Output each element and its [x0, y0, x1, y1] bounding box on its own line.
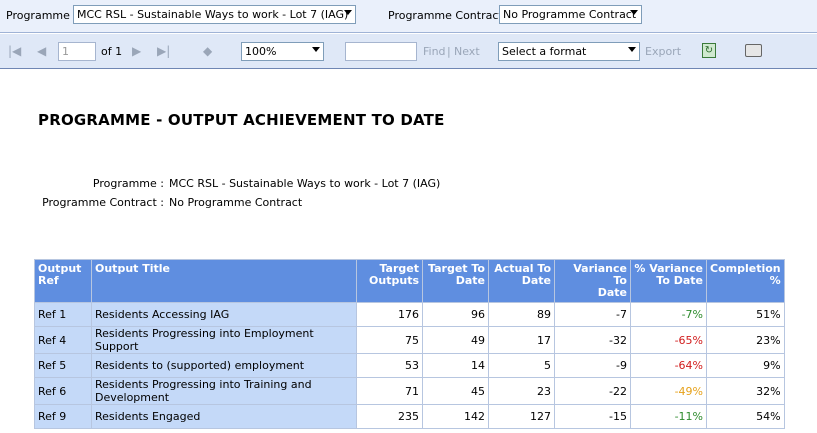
back-icon[interactable]: ◆: [203, 44, 212, 58]
cell-pct-variance: -7%: [630, 302, 707, 327]
header-text: Date: [597, 286, 627, 299]
page-count-label: of 1: [101, 45, 123, 58]
header-text: Variance To: [573, 262, 627, 287]
cell-actual: 23: [488, 377, 555, 405]
header-pct-variance-to-date: % Variance To Date: [630, 259, 707, 303]
cell-ref: Ref 4: [34, 326, 92, 354]
cell-actual: 89: [488, 302, 555, 327]
header-text: Date: [455, 274, 485, 287]
cell-target-to-date: 14: [422, 353, 489, 378]
programme-meta-value: MCC RSL - Sustainable Ways to work - Lot…: [169, 177, 441, 190]
last-page-icon[interactable]: ▶|: [157, 44, 170, 58]
page-number-input[interactable]: 1: [58, 42, 96, 61]
cell-target-to-date: 142: [422, 404, 489, 429]
cell-ref: Ref 6: [34, 377, 92, 405]
header-target-outputs: Target Outputs: [356, 259, 423, 303]
table-header-row: Output Ref Output Title Target Outputs T…: [34, 259, 785, 303]
chevron-down-icon: [312, 47, 320, 52]
report-toolbar: |◀ ◀ 1 of 1 ▶ ▶| ◆ 100% Find | Next Sele…: [0, 34, 817, 69]
header-text: %: [769, 274, 781, 287]
cell-completion: 9%: [706, 353, 785, 378]
header-completion-pct: Completion %: [706, 259, 785, 303]
cell-target: 75: [356, 326, 423, 354]
contract-meta-value: No Programme Contract: [169, 196, 303, 209]
cell-ref: Ref 9: [34, 404, 92, 429]
cell-target: 53: [356, 353, 423, 378]
cell-title: Residents Accessing IAG: [91, 302, 357, 327]
chevron-down-icon: [628, 47, 636, 52]
contract-param-label: Programme Contract: [388, 9, 503, 22]
cell-title: Residents Engaged: [91, 404, 357, 429]
zoom-select[interactable]: 100%: [241, 42, 324, 61]
header-text: To Date: [656, 274, 703, 287]
cell-pct-variance: -64%: [630, 353, 707, 378]
cell-variance: -15: [554, 404, 631, 429]
table-row: Ref 6 Residents Progressing into Trainin…: [34, 377, 785, 405]
cell-pct-variance: -49%: [630, 377, 707, 405]
cell-variance: -32: [554, 326, 631, 354]
cell-variance: -7: [554, 302, 631, 327]
programme-param-label: Programme: [6, 9, 70, 22]
cell-ref: Ref 1: [34, 302, 92, 327]
previous-page-icon[interactable]: ◀: [37, 44, 46, 58]
find-separator: |: [447, 45, 451, 58]
cell-completion: 32%: [706, 377, 785, 405]
cell-target: 235: [356, 404, 423, 429]
cell-actual: 5: [488, 353, 555, 378]
report-title: PROGRAMME - OUTPUT ACHIEVEMENT TO DATE: [38, 111, 445, 129]
cell-target: 71: [356, 377, 423, 405]
header-variance-to-date: Variance To Date: [554, 259, 631, 303]
first-page-icon[interactable]: |◀: [8, 44, 21, 58]
cell-target: 176: [356, 302, 423, 327]
cell-ref: Ref 5: [34, 353, 92, 378]
header-text: Date: [521, 274, 551, 287]
cell-target-to-date: 45: [422, 377, 489, 405]
table-row: Ref 1 Residents Accessing IAG 176 96 89 …: [34, 302, 785, 327]
header-target-to-date: Target To Date: [422, 259, 489, 303]
parameter-bar: Programme MCC RSL - Sustainable Ways to …: [0, 0, 817, 33]
cell-title: Residents to (supported) employment: [91, 353, 357, 378]
programme-meta-label: Programme :: [92, 177, 164, 190]
cell-target-to-date: 49: [422, 326, 489, 354]
table-row: Ref 4 Residents Progressing into Employm…: [34, 326, 785, 354]
header-text: Outputs: [369, 274, 419, 287]
cell-completion: 23%: [706, 326, 785, 354]
cell-variance: -22: [554, 377, 631, 405]
find-next-link[interactable]: Next: [454, 45, 480, 58]
contract-select-value: No Programme Contract: [503, 8, 637, 21]
programme-select[interactable]: MCC RSL - Sustainable Ways to work - Lot…: [73, 5, 356, 24]
export-link[interactable]: Export: [645, 45, 681, 58]
header-output-title: Output Title: [91, 259, 357, 303]
zoom-value: 100%: [245, 45, 277, 58]
page-number-value: 1: [62, 45, 69, 58]
cell-pct-variance: -11%: [630, 404, 707, 429]
find-link[interactable]: Find: [423, 45, 446, 58]
table-row: Ref 9 Residents Engaged 235 142 127 -15 …: [34, 404, 785, 429]
cell-variance: -9: [554, 353, 631, 378]
cell-pct-variance: -65%: [630, 326, 707, 354]
refresh-icon[interactable]: ↻: [702, 43, 716, 58]
header-text: Ref: [38, 274, 59, 287]
cell-completion: 54%: [706, 404, 785, 429]
cell-title: Residents Progressing into Employment Su…: [91, 326, 357, 354]
print-icon[interactable]: [745, 44, 762, 57]
cell-completion: 51%: [706, 302, 785, 327]
contract-select[interactable]: No Programme Contract: [499, 5, 642, 24]
export-format-value: Select a format: [502, 45, 587, 58]
cell-target-to-date: 96: [422, 302, 489, 327]
programme-select-value: MCC RSL - Sustainable Ways to work - Lot…: [77, 8, 349, 21]
find-input[interactable]: [345, 42, 417, 61]
table-row: Ref 5 Residents to (supported) employmen…: [34, 353, 785, 378]
next-page-icon[interactable]: ▶: [132, 44, 141, 58]
header-actual-to-date: Actual To Date: [488, 259, 555, 303]
contract-meta-label: Programme Contract :: [42, 196, 164, 209]
header-output-ref: Output Ref: [34, 259, 92, 303]
chevron-down-icon: [344, 10, 352, 15]
cell-actual: 17: [488, 326, 555, 354]
cell-title: Residents Progressing into Training and …: [91, 377, 357, 405]
cell-actual: 127: [488, 404, 555, 429]
export-format-select[interactable]: Select a format: [498, 42, 640, 61]
output-achievement-table: Output Ref Output Title Target Outputs T…: [34, 259, 785, 429]
chevron-down-icon: [630, 10, 638, 15]
